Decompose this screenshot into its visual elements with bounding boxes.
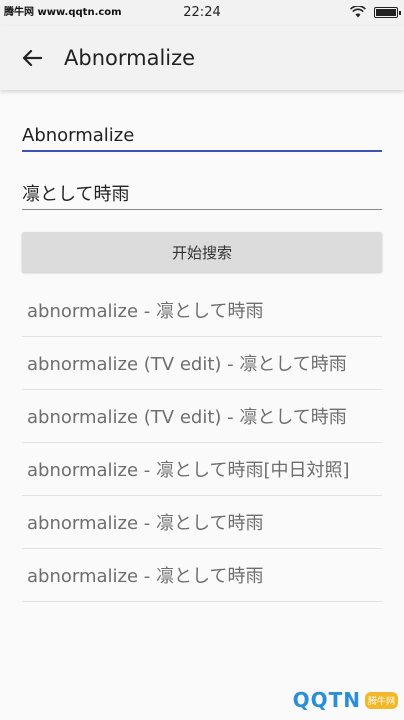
result-item[interactable]: abnormalize - 凛として時雨 (22, 284, 382, 337)
back-button[interactable] (0, 26, 64, 90)
result-item[interactable]: abnormalize - 凛として時雨 (22, 549, 382, 602)
status-bar: 腾牛网 www.qqtn.com 22:24 (0, 0, 404, 26)
arrow-left-icon (22, 49, 42, 67)
song-input-underline (22, 150, 382, 152)
artist-input[interactable] (22, 178, 382, 208)
battery-icon (374, 6, 401, 18)
wifi-icon (350, 6, 366, 18)
artist-input-underline (22, 209, 382, 210)
result-list: abnormalize - 凛として時雨 abnormalize (TV edi… (22, 284, 382, 602)
page-title: Abnormalize (64, 46, 196, 70)
result-item[interactable]: abnormalize - 凛として時雨[中日対照] (22, 443, 382, 496)
status-time: 22:24 (183, 5, 221, 20)
result-item[interactable]: abnormalize (TV edit) - 凛として時雨 (22, 337, 382, 390)
search-form: 开始搜索 abnormalize - 凛として時雨 abnormalize (T… (0, 120, 404, 602)
result-item[interactable]: abnormalize (TV edit) - 凛として時雨 (22, 390, 382, 443)
watermark-logo-text: QQTN (292, 688, 361, 712)
status-icons (350, 6, 401, 18)
result-item[interactable]: abnormalize - 凛として時雨 (22, 496, 382, 549)
app-bar: Abnormalize (0, 26, 404, 90)
site-watermark: QQTN 腾牛网 (254, 680, 404, 720)
song-input[interactable] (22, 120, 382, 150)
artist-field (22, 178, 382, 210)
song-field (22, 120, 382, 152)
watermark-badge: 腾牛网 (364, 691, 398, 709)
search-button[interactable]: 开始搜索 (22, 232, 382, 272)
